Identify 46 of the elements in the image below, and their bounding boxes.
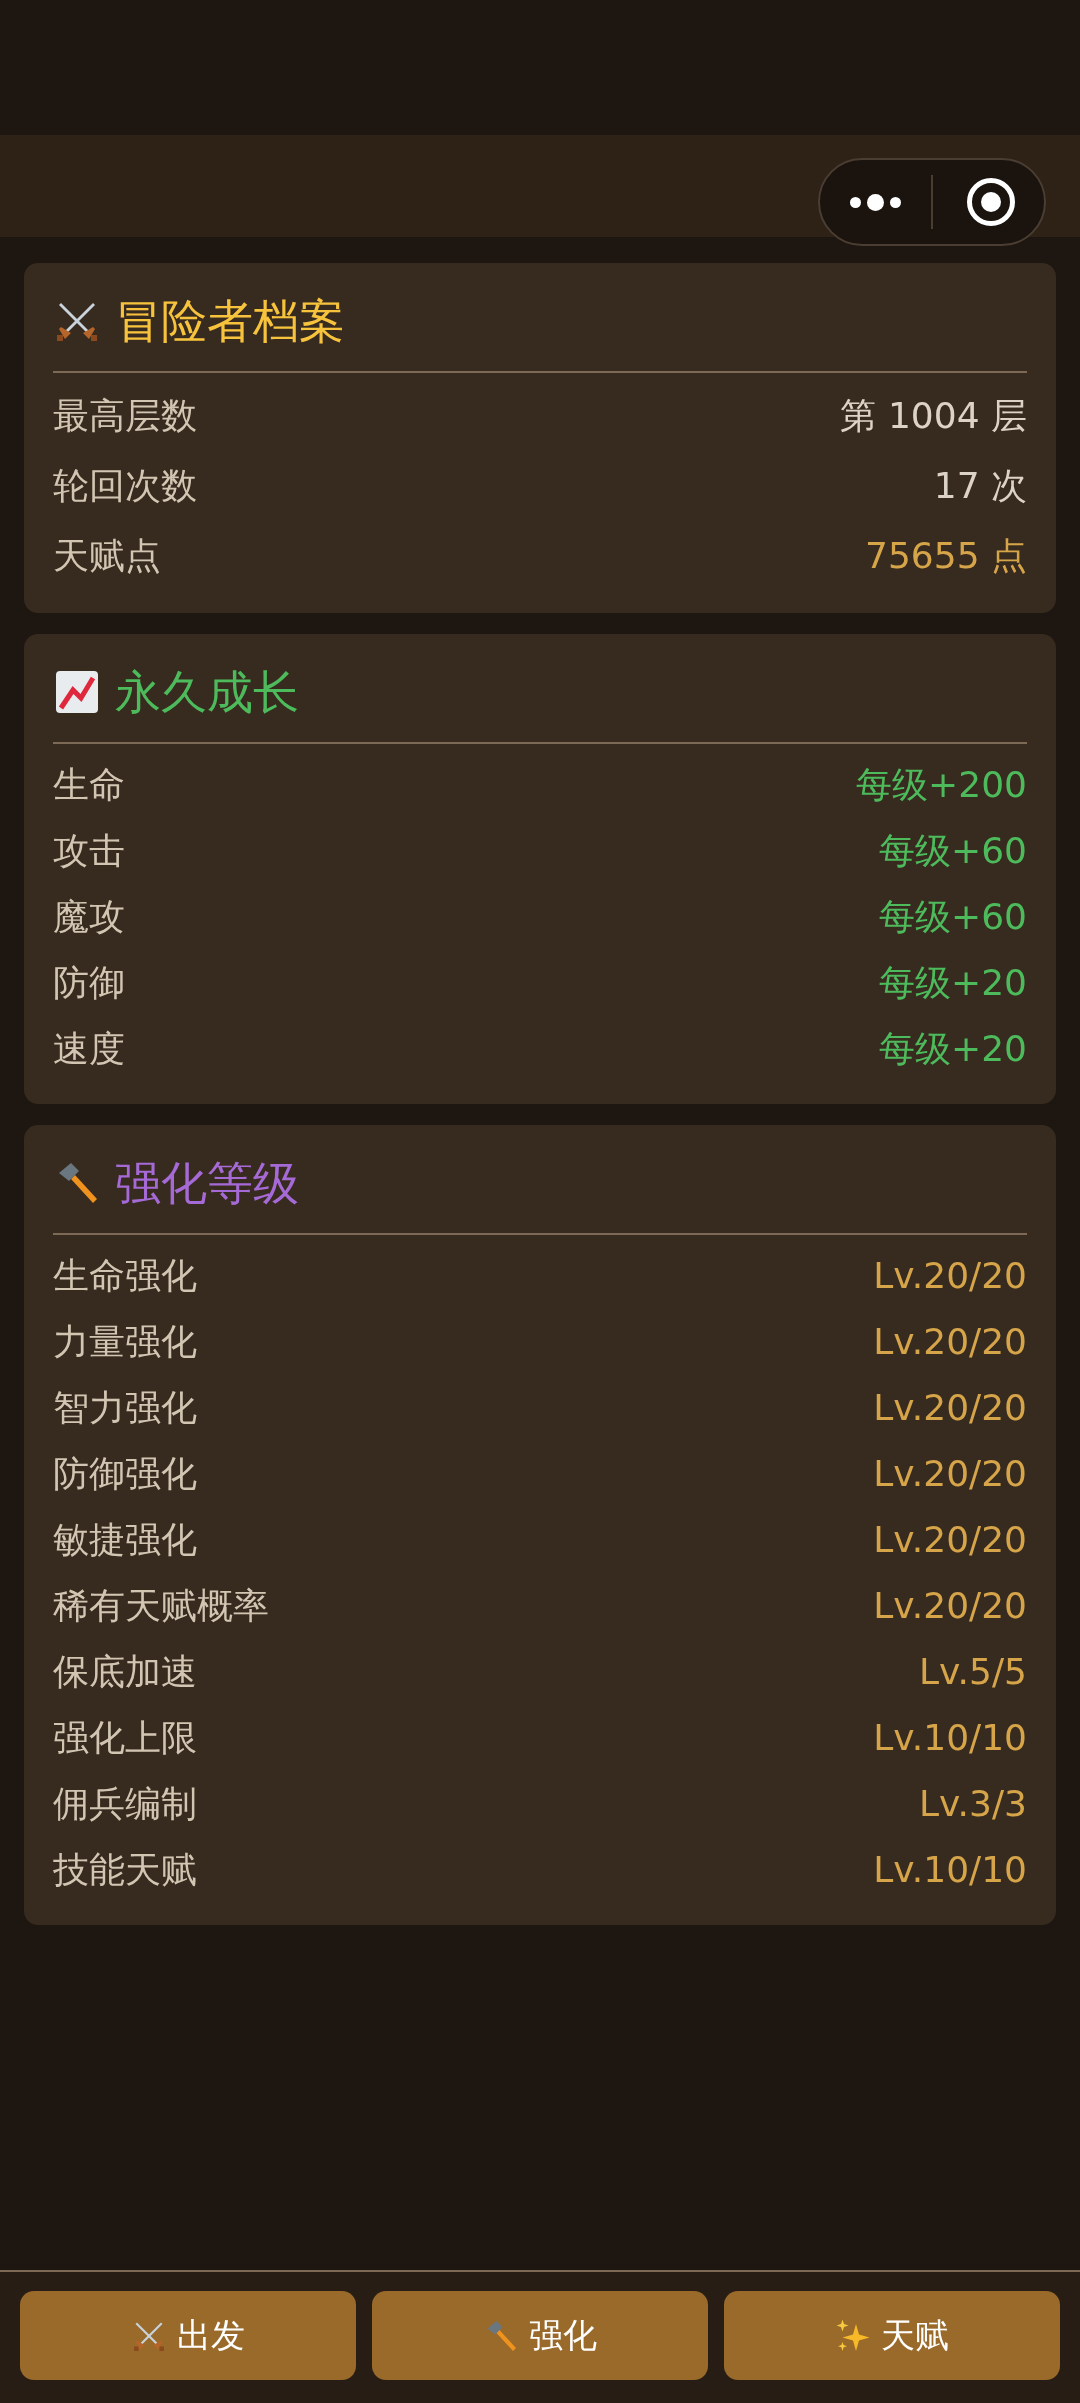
stat-label: 攻击 <box>53 829 125 873</box>
stat-label: 保底加速 <box>53 1650 197 1694</box>
sparkles-icon <box>835 2317 871 2354</box>
stat-label: 速度 <box>53 1027 125 1071</box>
stat-value: 每级+20 <box>879 1027 1027 1071</box>
stat-value: Lv.20/20 <box>873 1254 1027 1298</box>
stat-value: Lv.3/3 <box>919 1782 1027 1826</box>
stat-value: Lv.20/20 <box>873 1320 1027 1364</box>
stat-value: Lv.10/10 <box>873 1848 1027 1892</box>
close-icon[interactable] <box>967 178 1015 226</box>
stat-value: 每级+60 <box>879 895 1027 939</box>
stat-label: 轮回次数 <box>53 464 197 508</box>
stat-label: 智力强化 <box>53 1386 197 1430</box>
stat-label: 稀有天赋概率 <box>53 1584 269 1628</box>
section-title: 冒险者档案 <box>115 293 345 349</box>
stat-label: 防御强化 <box>53 1452 197 1496</box>
nav-button[interactable]: 天赋 <box>724 2291 1060 2380</box>
more-icon[interactable] <box>850 193 901 211</box>
stat-value: Lv.20/20 <box>873 1452 1027 1496</box>
stat-label: 佣兵编制 <box>53 1782 197 1826</box>
section-title: 强化等级 <box>115 1155 299 1211</box>
section-title: 永久成长 <box>115 664 299 720</box>
stat-label: 力量强化 <box>53 1320 197 1364</box>
stat-value: Lv.20/20 <box>873 1518 1027 1562</box>
stat-label: 敏捷强化 <box>53 1518 197 1562</box>
stat-label: 强化上限 <box>53 1716 197 1760</box>
stat-value: Lv.10/10 <box>873 1716 1027 1760</box>
stat-label: 最高层数 <box>53 394 197 438</box>
stat-value: 第 1004 层 <box>840 394 1027 438</box>
stat-label: 生命 <box>53 763 125 807</box>
stat-value: 每级+20 <box>879 961 1027 1005</box>
stat-value: Lv.20/20 <box>873 1386 1027 1430</box>
rising-chart-icon <box>53 668 101 716</box>
stat-label: 生命强化 <box>53 1254 197 1298</box>
stat-value: Lv.20/20 <box>873 1584 1027 1628</box>
nav-button[interactable]: 出发 <box>20 2291 356 2380</box>
stat-label: 魔攻 <box>53 895 125 939</box>
stat-label: 防御 <box>53 961 125 1005</box>
nav-button[interactable]: 强化 <box>372 2291 708 2380</box>
stat-label: 技能天赋 <box>53 1848 197 1892</box>
stat-value: 每级+200 <box>856 763 1027 807</box>
stat-value: 每级+60 <box>879 829 1027 873</box>
stat-value: 17 次 <box>933 464 1027 508</box>
stat-label: 天赋点 <box>53 534 161 578</box>
stat-value: 75655 点 <box>865 534 1027 578</box>
stat-value: Lv.5/5 <box>919 1650 1027 1694</box>
